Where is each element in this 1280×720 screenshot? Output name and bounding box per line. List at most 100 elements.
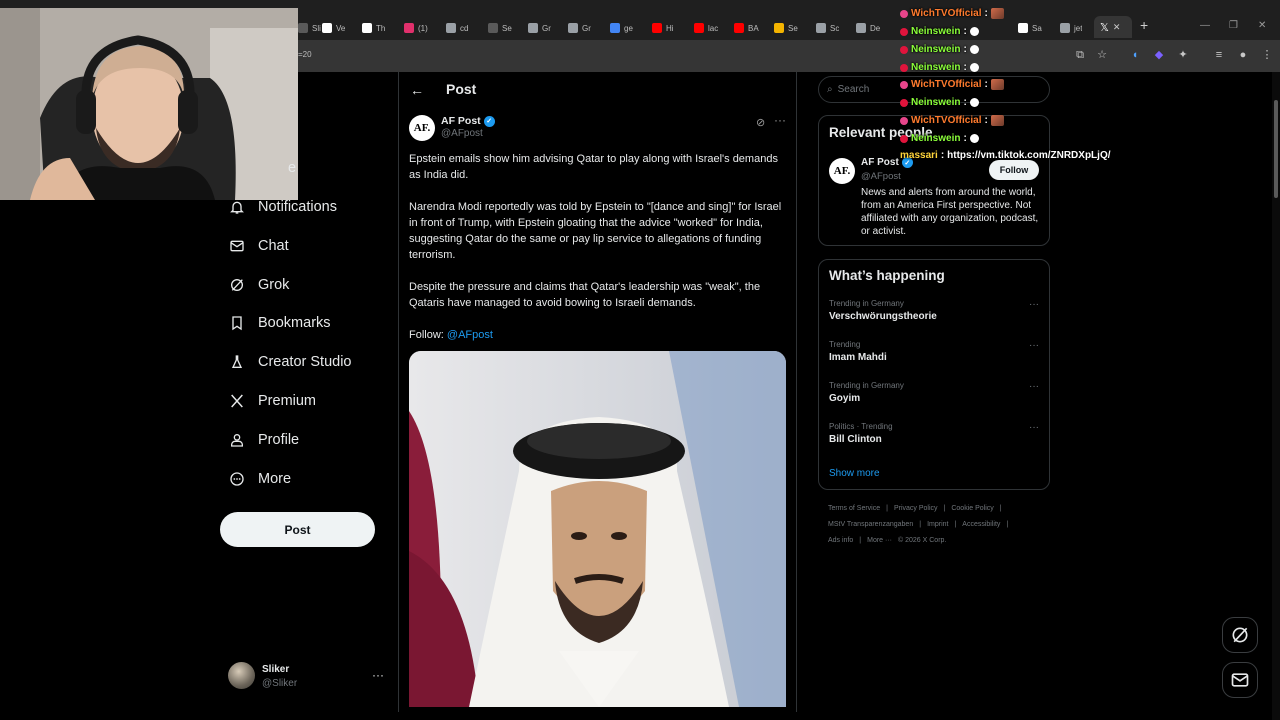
browser-tab[interactable]: Th	[362, 18, 385, 38]
browser-menu-icon[interactable]: ⋮	[1260, 48, 1274, 62]
browser-tab[interactable]: (1)	[404, 18, 428, 38]
grok-explain-icon[interactable]: ⊘	[756, 116, 765, 129]
new-tab-button[interactable]: +	[1140, 17, 1148, 33]
close-tab-icon[interactable]: ✕	[1113, 22, 1121, 33]
trend-more-icon[interactable]: ···	[1029, 340, 1039, 351]
nav-item-bookmarks[interactable]: Bookmarks	[228, 309, 331, 337]
footer-link[interactable]: Ads info	[828, 537, 853, 544]
footer-link[interactable]: Imprint	[927, 521, 948, 528]
tab-favicon-icon	[856, 23, 866, 33]
trend-item[interactable]: Politics · Trending Bill Clinton ···	[829, 422, 1039, 445]
footer-link[interactable]: Cookie Policy	[951, 505, 993, 512]
footer-link[interactable]: © 2026 X Corp.	[898, 537, 946, 544]
browser-tab[interactable]: Se	[774, 18, 798, 38]
browser-tab[interactable]: Gr	[528, 18, 551, 38]
browser-tab[interactable]: Sli	[298, 18, 321, 38]
search-placeholder: Search	[837, 84, 870, 95]
whats-happening-title: What’s happening	[829, 268, 945, 283]
trend-item[interactable]: Trending in Germany Verschwörungstheorie…	[829, 299, 1039, 322]
extension-audio-icon[interactable]: ◖	[1128, 48, 1142, 62]
relevant-avatar[interactable]: AF.	[829, 158, 855, 184]
account-switcher[interactable]: Sliker @Sliker ···	[228, 662, 388, 694]
nav-home-partial-label[interactable]: e	[288, 160, 296, 176]
footer-row: Ads info | More ··· © 2026 X Corp.	[828, 537, 952, 544]
avatar	[228, 662, 255, 689]
footer-link[interactable]: Terms of Service	[828, 505, 880, 512]
post-button[interactable]: Post	[220, 512, 375, 547]
minimize-button[interactable]: —	[1200, 20, 1210, 31]
browser-tab[interactable]: Sc	[816, 18, 839, 38]
extension-shield-icon[interactable]: ◆	[1152, 48, 1166, 62]
follow-button[interactable]: Follow	[989, 160, 1039, 180]
extensions-puzzle-icon[interactable]: ✦	[1176, 48, 1190, 62]
browser-tab[interactable]: ge	[610, 18, 633, 38]
footer-separator: |	[954, 521, 957, 528]
close-window-button[interactable]: ✕	[1258, 20, 1266, 31]
trend-title: Imam Mahdi	[829, 352, 887, 363]
chat-badge-icon	[900, 9, 908, 18]
browser-tab[interactable]: Hi	[652, 18, 674, 38]
post-more-icon[interactable]: ···	[774, 113, 786, 127]
nav-item-creator-studio[interactable]: Creator Studio	[228, 348, 352, 376]
browser-tab[interactable]: Se	[488, 18, 512, 38]
browser-tab[interactable]: Ve	[322, 18, 345, 38]
trend-more-icon[interactable]: ···	[1029, 422, 1039, 433]
grok-icon	[228, 276, 246, 294]
author-name-row[interactable]: AF Post ✓	[441, 115, 495, 127]
browser-tab[interactable]: BA	[734, 18, 759, 38]
scrollbar-thumb[interactable]	[1274, 100, 1278, 198]
browser-tab[interactable]: lac	[694, 18, 718, 38]
tab-favicon-icon	[1060, 23, 1070, 33]
trend-more-icon[interactable]: ···	[1029, 381, 1039, 392]
trend-more-icon[interactable]: ···	[1029, 299, 1039, 310]
footer-link[interactable]: Privacy Policy	[894, 505, 938, 512]
page-scrollbar[interactable]	[1272, 72, 1280, 720]
footer-separator: |	[859, 537, 862, 544]
browser-tab[interactable]: De	[856, 18, 880, 38]
nav-item-more[interactable]: More	[228, 465, 291, 493]
tab-favicon-icon	[362, 23, 372, 33]
install-app-icon[interactable]: ⧉	[1073, 48, 1087, 62]
post-image[interactable]	[409, 351, 786, 707]
trend-item[interactable]: Trending Imam Mahdi ···	[829, 340, 1039, 363]
footer-link[interactable]: More ···	[867, 537, 892, 544]
author-handle[interactable]: @AFpost	[441, 128, 483, 139]
nav-item-profile[interactable]: Profile	[228, 426, 299, 454]
trend-title: Verschwörungstheorie	[829, 311, 937, 322]
browser-tab[interactable]: Gr	[568, 18, 591, 38]
active-tab[interactable]: 𝕏 ✕	[1094, 16, 1132, 38]
nav-item-premium[interactable]: Premium	[228, 387, 316, 415]
relevant-handle[interactable]: @AFpost	[861, 171, 901, 182]
nav-label: Bookmarks	[258, 315, 331, 331]
author-avatar[interactable]: AF.	[409, 115, 435, 141]
browser-tab[interactable]: Sa	[1018, 18, 1042, 38]
nav-item-notifications[interactable]: Notifications	[228, 193, 337, 221]
bookmark-star-icon[interactable]: ☆	[1095, 48, 1109, 62]
messages-fab-button[interactable]	[1222, 662, 1258, 698]
profile-icon[interactable]: ●	[1236, 48, 1250, 62]
nav-label: Premium	[258, 393, 317, 409]
browser-tab[interactable]: jet	[1060, 18, 1082, 38]
grok-fab-button[interactable]	[1222, 617, 1258, 653]
footer-link[interactable]: MStV Transparenzangaben	[828, 521, 913, 528]
speech-bubble-emote-icon	[969, 27, 979, 36]
footer-link[interactable]: Accessibility	[962, 521, 1000, 528]
trend-context: Trending in Germany	[829, 299, 904, 308]
follow-handle-link[interactable]: @AFpost	[447, 329, 493, 341]
tab-favicon-icon	[1018, 23, 1028, 33]
nav-item-grok[interactable]: Grok	[228, 271, 289, 299]
show-more-link[interactable]: Show more	[829, 468, 880, 479]
url-fragment[interactable]: =20	[298, 50, 312, 59]
tab-label: BA	[748, 23, 759, 33]
post-paragraph-1: Epstein emails show him advising Qatar t…	[409, 153, 778, 181]
media-control-icon[interactable]: ≡	[1212, 48, 1226, 62]
trend-item[interactable]: Trending in Germany Goyim ···	[829, 381, 1039, 404]
chat-username: Neinswein	[911, 44, 961, 55]
nav-item-chat[interactable]: Chat	[228, 232, 289, 260]
tab-favicon-icon	[734, 23, 744, 33]
account-menu-icon[interactable]: ···	[372, 668, 384, 682]
chat-message: WichTVOfficial :	[900, 115, 1004, 126]
maximize-button[interactable]: ❐	[1229, 20, 1238, 31]
browser-tab[interactable]: cd	[446, 18, 468, 38]
back-arrow-icon[interactable]: ←	[410, 82, 424, 98]
